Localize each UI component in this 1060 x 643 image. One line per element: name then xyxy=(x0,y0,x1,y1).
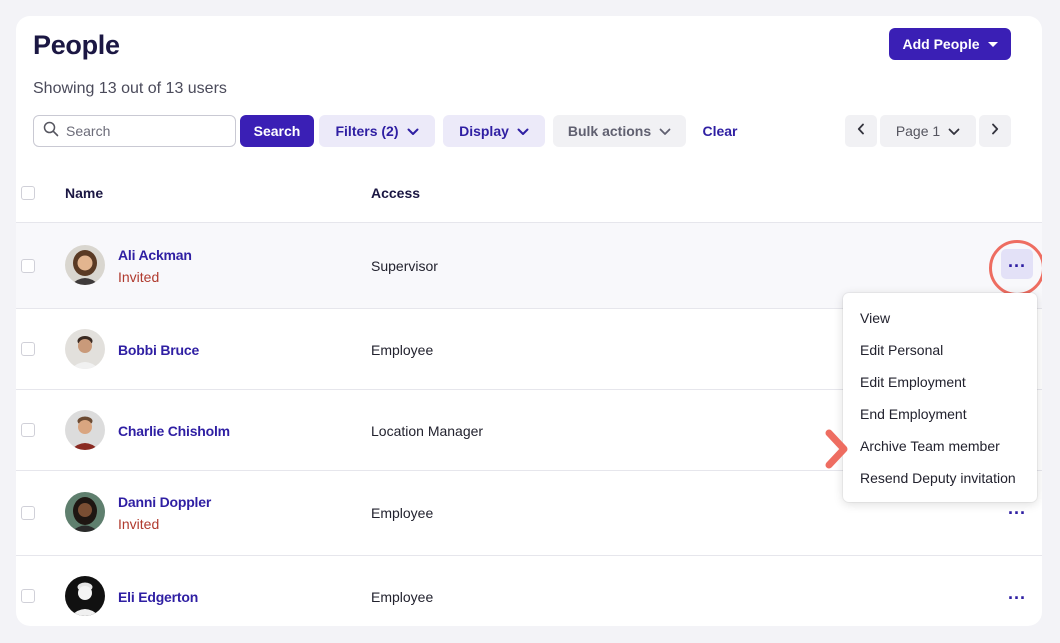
display-label: Display xyxy=(459,123,509,139)
access-level: Employee xyxy=(371,505,434,521)
access-level: Employee xyxy=(371,589,434,605)
bulk-actions-button[interactable]: Bulk actions xyxy=(553,115,686,147)
add-people-button[interactable]: Add People xyxy=(889,28,1011,60)
person-name[interactable]: Danni Doppler xyxy=(118,494,211,510)
display-button[interactable]: Display xyxy=(443,115,545,147)
menu-item-edit-employment[interactable]: Edit Employment xyxy=(860,374,966,390)
avatar xyxy=(65,329,105,369)
person-name[interactable]: Charlie Chisholm xyxy=(118,423,230,439)
next-page-button[interactable] xyxy=(979,115,1011,147)
avatar xyxy=(65,576,105,616)
search-field[interactable] xyxy=(33,115,236,147)
caret-down-icon xyxy=(987,41,998,47)
menu-item-resend-invitation[interactable]: Resend Deputy invitation xyxy=(860,470,1016,486)
menu-item-end-employment[interactable]: End Employment xyxy=(860,406,967,422)
highlight-ring xyxy=(989,240,1042,296)
access-level: Employee xyxy=(371,342,434,358)
pointer-arrow-icon xyxy=(824,429,850,474)
search-input[interactable] xyxy=(66,123,226,139)
page-title: People xyxy=(33,30,120,60)
table-row[interactable]: Eli Edgerton Employee ... xyxy=(16,555,1042,626)
status-badge: Invited xyxy=(118,269,160,285)
chevron-down-icon xyxy=(948,123,960,139)
row-checkbox[interactable] xyxy=(21,342,35,356)
menu-item-edit-personal[interactable]: Edit Personal xyxy=(860,342,943,358)
person-name[interactable]: Eli Edgerton xyxy=(118,589,198,605)
search-icon xyxy=(43,121,59,142)
row-checkbox[interactable] xyxy=(21,506,35,520)
select-all-checkbox[interactable] xyxy=(21,186,35,200)
previous-page-button[interactable] xyxy=(845,115,877,147)
row-checkbox[interactable] xyxy=(21,423,35,437)
row-actions-button[interactable]: ... xyxy=(1002,584,1032,608)
search-button[interactable]: Search xyxy=(240,115,314,147)
person-name[interactable]: Bobbi Bruce xyxy=(118,342,199,358)
filters-label: Filters (2) xyxy=(335,123,399,139)
person-name[interactable]: Ali Ackman xyxy=(118,247,192,263)
menu-item-view[interactable]: View xyxy=(860,310,890,326)
filters-button[interactable]: Filters (2) xyxy=(319,115,435,147)
avatar xyxy=(65,410,105,450)
row-checkbox[interactable] xyxy=(21,259,35,273)
chevron-right-icon xyxy=(991,122,999,140)
chevron-down-icon xyxy=(659,123,671,139)
bulk-actions-label: Bulk actions xyxy=(567,123,652,139)
status-badge: Invited xyxy=(118,516,160,532)
avatar xyxy=(65,245,105,285)
column-header-access: Access xyxy=(371,185,421,201)
access-level: Supervisor xyxy=(371,258,438,274)
page-label: Page 1 xyxy=(895,123,941,139)
page-select[interactable]: Page 1 xyxy=(880,115,976,147)
chevron-down-icon xyxy=(407,123,419,139)
people-card: People Add People Showing 13 out of 13 u… xyxy=(16,16,1042,626)
row-checkbox[interactable] xyxy=(21,589,35,603)
row-actions-button[interactable]: ... xyxy=(1002,499,1032,523)
menu-item-archive-team-member[interactable]: Archive Team member xyxy=(860,438,1000,454)
clear-button[interactable]: Clear xyxy=(695,115,745,147)
column-header-name: Name xyxy=(65,185,104,201)
chevron-down-icon xyxy=(517,123,529,139)
access-level: Location Manager xyxy=(371,423,484,439)
add-people-label: Add People xyxy=(902,36,980,52)
showing-count: Showing 13 out of 13 users xyxy=(33,80,227,97)
more-horizontal-icon: ... xyxy=(1007,582,1026,603)
avatar xyxy=(65,492,105,532)
row-actions-menu: View Edit Personal Edit Employment End E… xyxy=(843,293,1037,502)
chevron-left-icon xyxy=(857,122,865,140)
toolbar: Search Filters (2) Display Bulk actions … xyxy=(16,115,1042,147)
